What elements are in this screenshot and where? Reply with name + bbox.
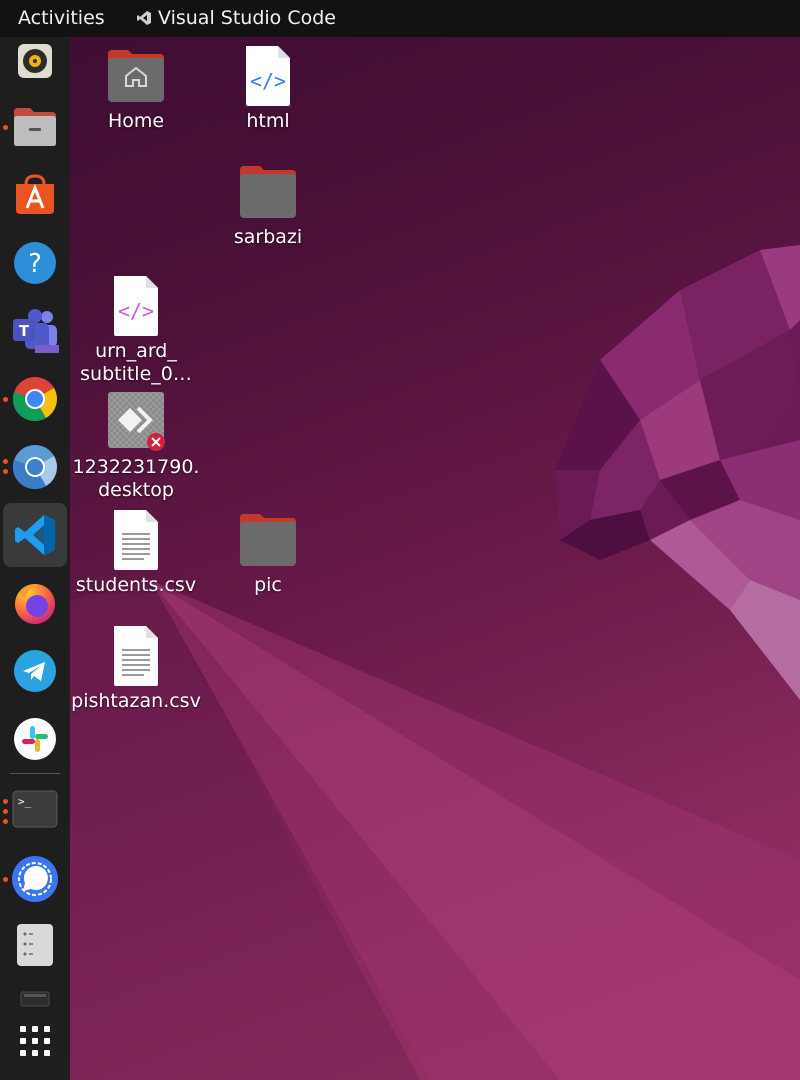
html-file-icon: </> <box>236 44 300 108</box>
desktop-item-pishtazan[interactable]: pishtazan.csv <box>71 624 201 713</box>
chromium-icon <box>12 445 57 490</box>
folder-icon <box>236 508 300 572</box>
urn-label-line2: subtitle_0… <box>80 363 192 385</box>
code-file-icon: </> <box>104 274 168 338</box>
dock-item-slack[interactable] <box>3 707 67 771</box>
show-applications-button[interactable] <box>3 1009 67 1073</box>
dock-item-vscode[interactable] <box>3 503 67 567</box>
dock-item-chrome[interactable] <box>3 367 67 431</box>
dock-item-telegram[interactable] <box>3 639 67 703</box>
urn-label: urn_ard_ subtitle_0… <box>71 340 201 386</box>
desktop-item-urn-ard-subtitle[interactable]: </> urn_ard_ subtitle_0… <box>71 274 201 386</box>
text-file-icon <box>104 508 168 572</box>
svg-text:</>: </> <box>118 299 154 323</box>
desktop-file-label-line2: desktop <box>98 479 174 501</box>
dock-item-software[interactable] <box>3 163 67 227</box>
html-label: html <box>246 110 290 132</box>
app-menu-label: Visual Studio Code <box>158 7 336 29</box>
file-cabinet-icon <box>14 108 56 146</box>
home-label: Home <box>107 110 165 132</box>
students-label: students.csv <box>75 574 197 596</box>
svg-text:</>: </> <box>250 69 286 93</box>
dock-item-chromium[interactable] <box>3 435 67 499</box>
vscode-menu-icon <box>137 11 151 25</box>
svg-text:T: T <box>19 322 30 340</box>
slack-icon <box>14 718 56 760</box>
sarbazi-label: sarbazi <box>233 226 303 248</box>
dock-item-files[interactable] <box>3 95 67 159</box>
dock: ? T >_ <box>0 37 70 1080</box>
disks-icon <box>17 924 53 966</box>
dock-separator <box>10 773 60 774</box>
chrome-icon <box>12 377 57 422</box>
app-store-icon <box>16 174 54 214</box>
text-file-icon <box>104 624 168 688</box>
svg-text:>_: >_ <box>18 795 32 808</box>
desktop-file-label-line1: 1232231790. <box>72 456 200 478</box>
desktop-item-sarbazi[interactable]: sarbazi <box>203 160 333 249</box>
help-icon: ? <box>14 242 56 284</box>
pic-label: pic <box>254 574 282 596</box>
dock-item-teams[interactable]: T <box>3 299 67 363</box>
dock-item-terminal[interactable]: >_ <box>3 777 67 841</box>
desktop-item-desktop-file[interactable]: 1232231790. desktop <box>71 390 201 502</box>
signal-icon <box>12 856 58 902</box>
terminal-icon: >_ <box>12 790 58 828</box>
svg-text:?: ? <box>28 249 42 279</box>
teams-icon: T <box>13 309 59 353</box>
top-bar: Activities Visual Studio Code <box>0 0 800 37</box>
app-menu[interactable]: Visual Studio Code <box>136 7 336 29</box>
launcher-icon <box>104 390 168 454</box>
urn-label-line1: urn_ard_ <box>95 340 177 362</box>
firefox-icon <box>15 584 55 624</box>
desktop-item-students[interactable]: students.csv <box>71 508 201 597</box>
pishtazan-label: pishtazan.csv <box>71 690 201 712</box>
desktop-file-label: 1232231790. desktop <box>71 456 201 502</box>
vscode-icon <box>15 515 55 555</box>
desktop-item-home[interactable]: Home <box>71 44 201 133</box>
dock-item-signal[interactable] <box>3 847 67 911</box>
speaker-icon <box>18 44 52 78</box>
desktop-item-html[interactable]: </> html <box>203 44 333 133</box>
activities-button[interactable]: Activities <box>18 7 105 29</box>
app-grid-icon <box>20 1026 50 1056</box>
desktop-item-pic[interactable]: pic <box>203 508 333 597</box>
telegram-icon <box>14 650 56 692</box>
dock-item-firefox[interactable] <box>3 571 67 635</box>
dock-item-rhythmbox[interactable] <box>3 29 67 93</box>
drive-icon <box>20 991 50 1007</box>
home-folder-icon <box>104 44 168 108</box>
folder-icon <box>236 160 300 224</box>
dock-item-help[interactable]: ? <box>3 231 67 295</box>
